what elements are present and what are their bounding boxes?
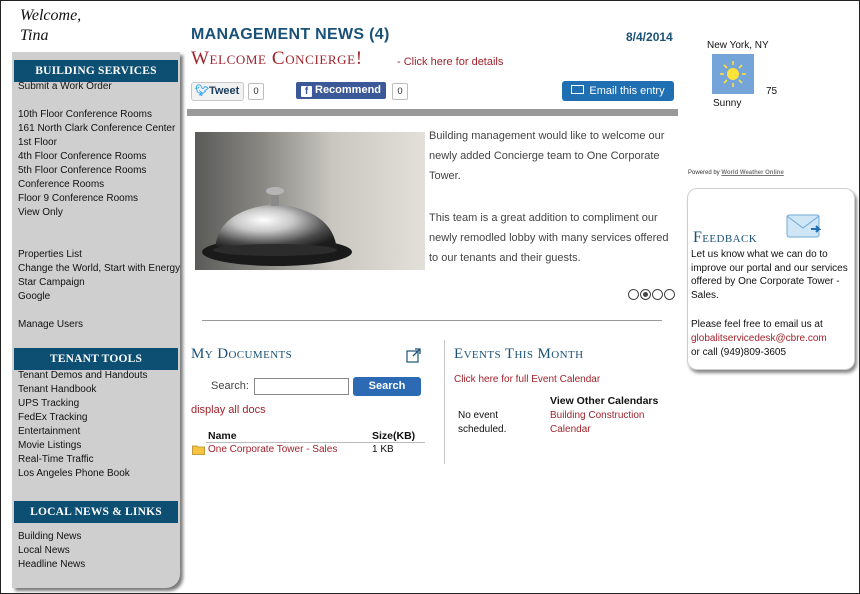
- feedback-phone: or call (949)809-3605: [691, 347, 787, 358]
- building-construction-calendar-link[interactable]: Building Construction Calendar: [550, 409, 650, 437]
- sidebar-link-change-the-world[interactable]: Change the World, Start with Energy: [18, 262, 180, 276]
- sidebar-link-view-only[interactable]: View Only: [18, 206, 63, 220]
- popout-icon[interactable]: [406, 347, 422, 363]
- sidebar-link-fedex-tracking[interactable]: FedEx Tracking: [18, 411, 87, 425]
- tweet-count: 0: [248, 83, 264, 100]
- sidebar-link-manage-users[interactable]: Manage Users: [18, 318, 83, 332]
- news-date: 8/4/2014: [626, 30, 673, 44]
- sidebar-link-la-phone-book[interactable]: Los Angeles Phone Book: [18, 467, 130, 481]
- powered-by-text: Powered by: [688, 170, 720, 176]
- column-divider: [444, 340, 445, 464]
- news-section-title: MANAGEMENT NEWS (4): [191, 26, 390, 43]
- pager-dot-1[interactable]: [628, 289, 639, 300]
- feedback-panel: Feedback Let us know what we can do to i…: [687, 188, 855, 370]
- bell-illustration: [202, 187, 352, 266]
- envelope-icon: [785, 211, 823, 239]
- document-search-button[interactable]: Search: [353, 377, 421, 396]
- welcome-user-name: Tina: [20, 27, 49, 44]
- sidebar-link-161-north-clark[interactable]: 161 North Clark Conference Center: [18, 122, 175, 136]
- news-headline[interactable]: Welcome Concierge!: [191, 48, 363, 70]
- document-size: 1 KB: [372, 444, 394, 455]
- sidebar-link-10th-floor[interactable]: 10th Floor Conference Rooms: [18, 108, 152, 122]
- sidebar-link-star-campaign[interactable]: Star Campaign: [18, 276, 85, 290]
- sidebar-link-5th-floor[interactable]: 5th Floor Conference Rooms: [18, 164, 146, 178]
- local-news-header: LOCAL NEWS & LINKS: [14, 501, 178, 523]
- feedback-email-prompt: Please feel free to email us at: [691, 319, 823, 330]
- tenant-tools-header: TENANT TOOLS: [14, 348, 178, 370]
- feedback-email-link[interactable]: globalitservicedesk@cbre.com: [691, 332, 827, 346]
- sidebar-link-floor-9[interactable]: Floor 9 Conference Rooms: [18, 192, 138, 206]
- concierge-bell-image: [195, 132, 425, 270]
- sidebar-link-1st-floor[interactable]: 1st Floor: [18, 136, 57, 150]
- feedback-title: Feedback: [693, 229, 758, 246]
- weather-location: New York, NY: [707, 40, 769, 51]
- weather-condition: Sunny: [713, 98, 742, 109]
- sidebar-link-4th-floor[interactable]: 4th Floor Conference Rooms: [18, 150, 146, 164]
- full-event-calendar-link[interactable]: Click here for full Event Calendar: [454, 374, 600, 385]
- sun-icon: [712, 54, 754, 94]
- other-calendars-header: View Other Calendars: [550, 395, 659, 407]
- doc-col-name: Name: [208, 430, 237, 442]
- sidebar-link-ups-tracking[interactable]: UPS Tracking: [18, 397, 79, 411]
- recommend-label: Recommend: [315, 84, 382, 96]
- pager-dot-2-active[interactable]: [640, 289, 651, 300]
- email-entry-label: Email this entry: [589, 85, 665, 97]
- news-details-link[interactable]: - Click here for details: [397, 56, 503, 68]
- sidebar-link-google[interactable]: Google: [18, 290, 50, 304]
- facebook-recommend-button[interactable]: f Recommend: [296, 82, 387, 99]
- sidebar-link-submit-work-order[interactable]: Submit a Work Order: [18, 80, 112, 94]
- document-link[interactable]: One Corporate Tower - Sales: [208, 444, 337, 455]
- pager-dot-3[interactable]: [652, 289, 663, 300]
- twitter-bird-icon: 🐦︎: [195, 85, 209, 97]
- doc-header-line: [206, 442, 425, 443]
- events-title: Events This Month: [454, 346, 584, 362]
- sidebar-link-tenant-handbook[interactable]: Tenant Handbook: [18, 383, 96, 397]
- section-divider: [202, 320, 662, 321]
- email-entry-button[interactable]: Email this entry: [562, 81, 674, 101]
- sidebar-link-conference-rooms[interactable]: Conference Rooms: [18, 178, 104, 192]
- sidebar-link-building-news[interactable]: Building News: [18, 530, 81, 544]
- news-paragraph-2: This team is a great addition to complim…: [429, 212, 669, 264]
- search-label: Search:: [211, 380, 249, 392]
- sidebar-link-real-time-traffic[interactable]: Real-Time Traffic: [18, 453, 94, 467]
- welcome-greeting: Welcome,: [20, 7, 82, 24]
- folder-icon: [192, 444, 205, 455]
- facebook-icon: f: [301, 86, 312, 97]
- display-all-docs-link[interactable]: display all docs: [191, 404, 266, 416]
- building-services-header: BUILDING SERVICES: [14, 60, 178, 82]
- world-weather-online-link[interactable]: World Weather Online: [721, 170, 783, 176]
- sidebar-link-tenant-demos[interactable]: Tenant Demos and Handouts: [18, 369, 148, 383]
- news-paragraph-1: Building management would like to welcom…: [429, 130, 665, 182]
- documents-title: My Documents: [191, 346, 293, 362]
- tweet-button[interactable]: 🐦︎Tweet: [191, 82, 245, 101]
- news-divider-bar: [187, 109, 678, 116]
- sidebar-link-entertainment[interactable]: Entertainment: [18, 425, 80, 439]
- document-search-input[interactable]: [254, 378, 349, 395]
- sidebar: BUILDING SERVICES Submit a Work Order 10…: [12, 52, 180, 588]
- sidebar-link-local-news[interactable]: Local News: [18, 544, 70, 558]
- pager-dot-4[interactable]: [664, 289, 675, 300]
- doc-col-size: Size(KB): [372, 430, 416, 442]
- sidebar-link-properties-list[interactable]: Properties List: [18, 248, 82, 262]
- feedback-text: Let us know what we can do to improve ou…: [691, 249, 848, 301]
- sidebar-link-headline-news[interactable]: Headline News: [18, 558, 85, 572]
- sidebar-link-movie-listings[interactable]: Movie Listings: [18, 439, 81, 453]
- tweet-label: Tweet: [208, 85, 240, 97]
- weather-temperature: 75: [766, 86, 778, 97]
- recommend-count: 0: [392, 83, 408, 100]
- envelope-small-icon: [571, 85, 585, 94]
- news-pager: [628, 289, 675, 303]
- no-event-text: No event scheduled.: [458, 410, 507, 435]
- weather-powered-by: Powered by World Weather Online: [688, 170, 784, 176]
